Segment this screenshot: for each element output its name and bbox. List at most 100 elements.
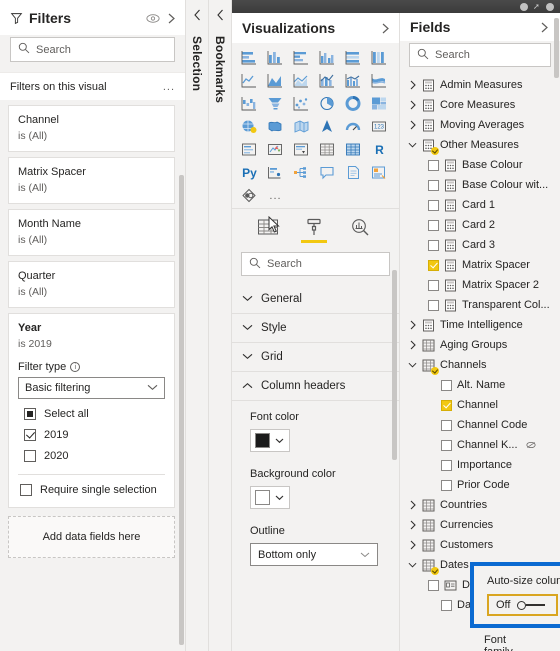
field-group-row[interactable]: Admin Measures bbox=[400, 75, 560, 95]
field-checkbox[interactable] bbox=[441, 379, 452, 391]
line-chart-icon[interactable] bbox=[238, 70, 261, 91]
chevron-down-icon[interactable] bbox=[408, 361, 417, 369]
chevron-right-icon[interactable] bbox=[408, 120, 417, 130]
chevron-right-icon[interactable] bbox=[408, 340, 417, 350]
pie-chart-icon[interactable] bbox=[316, 93, 339, 114]
100-stacked-column-chart-icon[interactable] bbox=[368, 47, 391, 68]
field-row[interactable]: Base Colour bbox=[400, 155, 560, 175]
more-visuals-icon[interactable]: ... bbox=[264, 185, 287, 206]
chevron-right-icon[interactable] bbox=[408, 500, 417, 510]
more-options-icon[interactable]: ... bbox=[163, 81, 175, 93]
bookmarks-pane-collapsed[interactable]: Bookmarks bbox=[209, 0, 232, 651]
map-icon[interactable] bbox=[238, 116, 261, 137]
field-checkbox[interactable] bbox=[428, 299, 439, 311]
chevron-right-icon[interactable] bbox=[408, 520, 417, 530]
format-pane-scrollbar[interactable] bbox=[392, 270, 397, 460]
filter-card-year[interactable]: Year is 2019 Filter type i Basic filteri… bbox=[8, 313, 175, 508]
ribbon-chart-icon[interactable] bbox=[368, 70, 391, 91]
fields-search-input[interactable]: Search bbox=[409, 43, 551, 67]
field-row[interactable]: Transparent Col... bbox=[400, 295, 560, 315]
treemap-icon[interactable] bbox=[368, 93, 391, 114]
field-checkbox[interactable] bbox=[428, 199, 439, 211]
waterfall-chart-icon[interactable] bbox=[238, 93, 261, 114]
field-checkbox[interactable] bbox=[441, 479, 452, 491]
outline-dropdown[interactable]: Bottom only bbox=[250, 543, 378, 566]
smart-narrative-icon[interactable] bbox=[342, 162, 365, 183]
field-checkbox[interactable] bbox=[428, 239, 439, 251]
pin-icon[interactable]: ➚ bbox=[533, 2, 541, 11]
help-icon[interactable] bbox=[546, 2, 554, 11]
area-chart-icon[interactable] bbox=[264, 70, 287, 91]
filter-option-row[interactable]: 2019 bbox=[18, 429, 165, 441]
chevron-right-icon[interactable] bbox=[408, 320, 417, 330]
filter-card[interactable]: Matrix Spacer is (All) bbox=[8, 157, 175, 204]
field-row[interactable]: Card 2 bbox=[400, 215, 560, 235]
tab-format[interactable] bbox=[300, 218, 328, 243]
field-row[interactable]: Card 1 bbox=[400, 195, 560, 215]
chevron-down-icon[interactable] bbox=[408, 141, 417, 149]
chevron-right-icon[interactable] bbox=[408, 100, 417, 110]
info-icon[interactable]: i bbox=[70, 362, 81, 372]
field-checkbox[interactable] bbox=[428, 259, 439, 271]
field-row[interactable]: Channel Code bbox=[400, 415, 560, 435]
field-group-row[interactable]: Countries bbox=[400, 495, 560, 515]
key-influencers-icon[interactable] bbox=[264, 162, 287, 183]
field-checkbox[interactable] bbox=[428, 219, 439, 231]
field-row[interactable]: Matrix Spacer 2 bbox=[400, 275, 560, 295]
100-stacked-bar-chart-icon[interactable] bbox=[342, 47, 365, 68]
format-section-column-headers[interactable]: Column headers bbox=[232, 372, 399, 401]
line-clustered-column-chart-icon[interactable] bbox=[342, 70, 365, 91]
field-checkbox[interactable] bbox=[428, 159, 439, 171]
field-row[interactable]: Matrix Spacer bbox=[400, 255, 560, 275]
clustered-bar-chart-icon[interactable] bbox=[290, 47, 313, 68]
field-group-row[interactable]: Currencies bbox=[400, 515, 560, 535]
filter-card[interactable]: Channel is (All) bbox=[8, 105, 175, 152]
field-row[interactable]: Prior Code bbox=[400, 475, 560, 495]
field-checkbox[interactable] bbox=[441, 399, 452, 411]
funnel-chart-icon[interactable] bbox=[264, 93, 287, 114]
filter-option-checkbox[interactable] bbox=[24, 408, 36, 420]
filter-card[interactable]: Month Name is (All) bbox=[8, 209, 175, 256]
field-checkbox[interactable] bbox=[441, 459, 452, 471]
filter-option-checkbox[interactable] bbox=[24, 429, 36, 441]
require-single-selection-row[interactable]: Require single selection bbox=[18, 475, 165, 498]
matrix-icon[interactable] bbox=[342, 139, 365, 160]
field-row[interactable]: Channel bbox=[400, 395, 560, 415]
r-script-visual-icon[interactable]: R bbox=[368, 139, 391, 160]
slicer-icon[interactable] bbox=[290, 139, 313, 160]
qna-icon[interactable] bbox=[316, 162, 339, 183]
format-section-grid[interactable]: Grid bbox=[232, 343, 399, 372]
field-group-row[interactable]: Aging Groups bbox=[400, 335, 560, 355]
field-group-row[interactable]: Moving Averages bbox=[400, 115, 560, 135]
filter-type-dropdown[interactable]: Basic filtering bbox=[18, 377, 165, 399]
filters-scrollbar[interactable] bbox=[179, 175, 184, 645]
format-section-general[interactable]: General bbox=[232, 285, 399, 314]
require-single-selection-checkbox[interactable] bbox=[20, 484, 32, 496]
clustered-column-chart-icon[interactable] bbox=[316, 47, 339, 68]
autosize-column-width-toggle[interactable]: Off bbox=[487, 594, 559, 616]
scatter-chart-icon[interactable] bbox=[290, 93, 313, 114]
table-icon[interactable] bbox=[316, 139, 339, 160]
decomposition-tree-icon[interactable] bbox=[290, 162, 313, 183]
field-checkbox[interactable] bbox=[441, 439, 452, 451]
filter-option-row[interactable]: Select all bbox=[18, 408, 165, 420]
stacked-column-chart-icon[interactable] bbox=[264, 47, 287, 68]
field-checkbox[interactable] bbox=[428, 579, 439, 591]
field-checkbox[interactable] bbox=[441, 599, 452, 611]
tab-analytics[interactable] bbox=[346, 218, 374, 243]
chevron-left-icon[interactable] bbox=[216, 9, 225, 24]
shape-map-icon[interactable] bbox=[290, 116, 313, 137]
power-apps-icon[interactable] bbox=[238, 185, 261, 206]
stacked-bar-chart-icon[interactable] bbox=[238, 47, 261, 68]
filters-search-input[interactable]: Search bbox=[10, 37, 175, 62]
python-script-visual-icon[interactable]: Py bbox=[238, 162, 261, 183]
chevron-right-icon[interactable] bbox=[380, 22, 391, 35]
filter-card[interactable]: Quarter is (All) bbox=[8, 261, 175, 308]
field-row[interactable]: Alt. Name bbox=[400, 375, 560, 395]
kpi-icon[interactable] bbox=[264, 139, 287, 160]
field-group-row[interactable]: Core Measures bbox=[400, 95, 560, 115]
field-row[interactable]: Card 3 bbox=[400, 235, 560, 255]
format-search-input[interactable]: Search bbox=[241, 252, 390, 276]
chevron-left-icon[interactable] bbox=[193, 9, 202, 24]
field-group-row[interactable]: Other Measures bbox=[400, 135, 560, 155]
